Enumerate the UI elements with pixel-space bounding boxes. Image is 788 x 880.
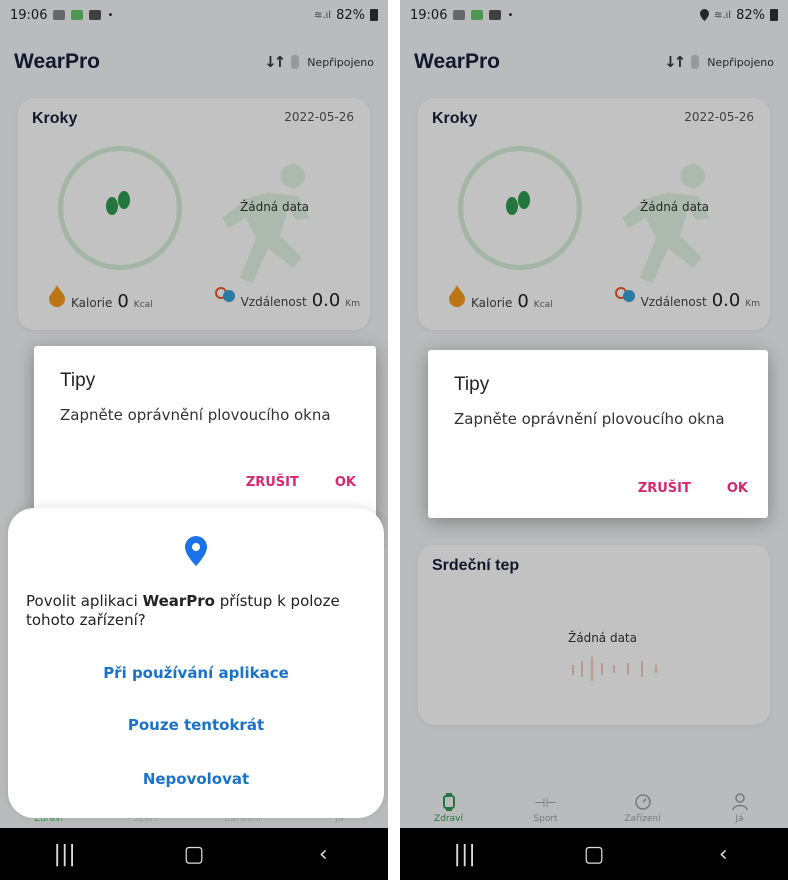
recent-apps-button[interactable]: ||| — [35, 842, 95, 867]
permission-message-app: WearPro — [142, 592, 215, 610]
deny-button[interactable]: Nepovolovat — [8, 770, 384, 788]
location-pin-icon — [185, 536, 207, 566]
dialog-message: Zapněte oprávnění plovoucího okna — [454, 410, 725, 428]
dialog-title: Tipy — [60, 370, 96, 391]
tips-dialog: Tipy Zapněte oprávnění plovoucího okna Z… — [428, 350, 768, 518]
location-permission-sheet: Povolit aplikaci WearPro přístup k poloz… — [8, 508, 384, 818]
ok-button[interactable]: OK — [335, 475, 356, 490]
permission-message: Povolit aplikaci WearPro přístup k poloz… — [26, 592, 366, 630]
dialog-title: Tipy — [454, 374, 490, 395]
system-navigation-bar: ||| ▢ ‹ — [400, 828, 788, 880]
recent-apps-button[interactable]: ||| — [435, 842, 495, 867]
home-button[interactable]: ▢ — [164, 842, 224, 867]
phone-screen-left: 19:06 • ≋.ıl 82% WearPro ↓↑ Nepřipojeno … — [0, 0, 388, 880]
back-button[interactable]: ‹ — [293, 842, 353, 867]
permission-message-prefix: Povolit aplikaci — [26, 592, 143, 610]
phone-screen-right: 19:06 • ≋.ıl 82% WearPro ↓↑ Nepřipojeno … — [400, 0, 788, 880]
back-button[interactable]: ‹ — [693, 842, 753, 867]
allow-while-using-button[interactable]: Při používání aplikace — [8, 664, 384, 682]
cancel-button[interactable]: ZRUŠIT — [246, 475, 299, 490]
system-navigation-bar: ||| ▢ ‹ — [0, 828, 388, 880]
ok-button[interactable]: OK — [727, 481, 748, 496]
cancel-button[interactable]: ZRUŠIT — [638, 481, 691, 496]
dialog-message: Zapněte oprávnění plovoucího okna — [60, 406, 331, 424]
home-button[interactable]: ▢ — [564, 842, 624, 867]
allow-once-button[interactable]: Pouze tentokrát — [8, 716, 384, 734]
